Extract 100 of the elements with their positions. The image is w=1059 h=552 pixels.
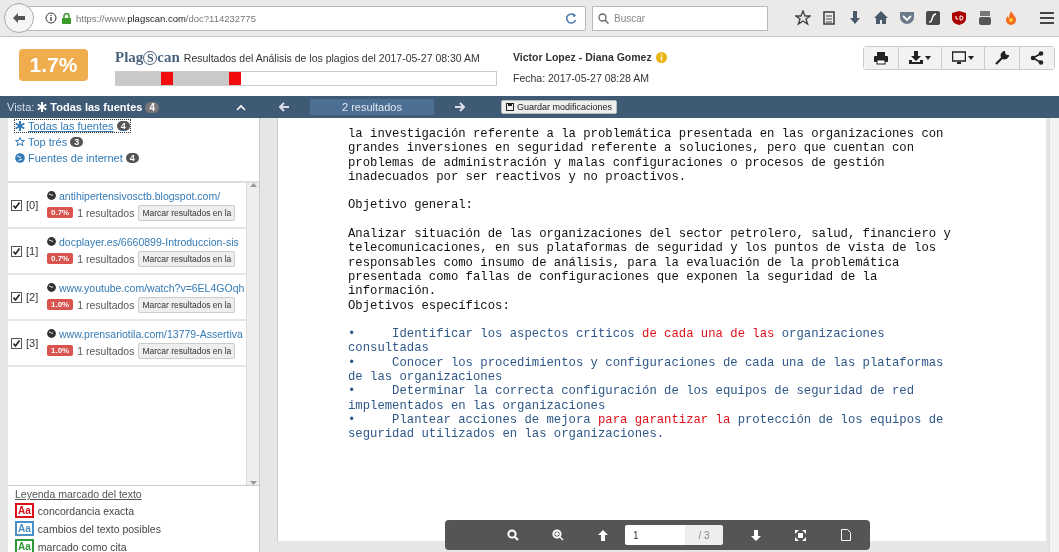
clipboard-icon[interactable] [821,10,837,26]
save-button[interactable]: Guardar modificaciones [501,100,618,114]
source-link[interactable]: www.youtube.com/watch?v=6EL4GOqh [59,281,245,294]
text-line: • Identificar los aspectos críticos de cada una de las organizaciones [348,327,885,342]
star-icon [15,137,25,147]
text-line: responsables como insumo de análisis, para la evaluación de la problemática [348,255,900,270]
globe-icon [15,153,25,163]
wrench-icon [995,51,1009,65]
pocket-icon[interactable] [899,10,915,26]
back-button[interactable] [4,3,34,33]
report-date: Fecha: 2017-05-27 08:28 AM [513,72,650,84]
asterisk-icon [15,121,25,131]
text-line: Analizar situación de las organizaciones del sector petrolero, salud, financiero y [348,227,951,242]
count-badge: 4 [145,101,159,113]
check-icon [13,247,20,255]
check-icon [13,201,20,209]
filter-item[interactable]: Todas las fuentes 4 [15,120,130,132]
page-total: / 3 [685,525,723,545]
source-index: [3] [26,337,40,349]
text-line: información. [348,284,437,299]
flash-icon[interactable] [925,10,941,26]
legend-sample: Aa [15,503,34,518]
count-badge: 4 [116,121,130,131]
search-icon [598,12,609,24]
download-icon [909,51,923,65]
zoom-in-icon[interactable] [551,529,564,541]
mark-results-button[interactable]: Marcar resultados en la [138,296,236,313]
view-selector[interactable]: Todas las fuentes [37,101,143,113]
shield-icon[interactable] [951,10,967,26]
text-line: Objetivos específicos: [348,298,510,313]
legend-sample: Aa [15,539,34,552]
checkbox[interactable] [11,245,22,257]
percent-badge: 0.7% [47,207,74,218]
mark-results-button[interactable]: Marcar resultados en la [138,250,236,267]
share-button[interactable] [1019,47,1054,69]
results-counter: 2 resultados [310,99,434,115]
source-index: [1] [26,245,40,257]
text-line: seguridad utilizados en las organizaciones. [348,427,665,442]
count-badge: 4 [125,153,139,163]
legend-title: Leyenda marcado del texto [15,488,143,500]
menu-icon[interactable] [1039,11,1055,25]
globe-icon [47,283,56,292]
home-icon[interactable] [873,10,889,26]
logo: Plag S can [115,49,180,66]
url-text: https://www.plagscan.com/doc?114232775 [76,12,256,24]
monitor-icon [952,51,966,65]
source-link[interactable]: www.prensariotila.com/13779-Assertiva [59,327,243,340]
document-icon[interactable] [840,529,851,541]
next-arrow-icon[interactable] [454,102,465,112]
text-line: problemas de administración y malas configuraciones o procesos de gestión [348,155,885,170]
text-line: de las organizaciones [348,370,503,385]
mark-results-button[interactable]: Marcar resultados en la [138,204,236,221]
text-line: • Plantear acciones de mejora para garantizar la protección de los equipos de [348,412,944,428]
percent-badge: 1.0% [47,345,74,356]
checkbox[interactable] [11,291,22,303]
legend-label: cambios del texto posibles [37,522,161,535]
zoom-out-icon[interactable] [506,529,519,541]
printer-icon [874,51,888,65]
filter-item[interactable]: Fuentes de internet 4 [15,152,259,164]
text-line: la investigación referente a la problemática presentada en las organizaciones con [348,127,944,142]
page-field[interactable]: 1 [625,525,685,545]
legend-label: marcado como cita [37,540,127,552]
score-badge: 1.7% [19,49,88,81]
download-icon[interactable] [847,10,863,26]
floppy-icon [506,103,514,111]
source-index: [2] [26,291,40,303]
previous-arrow-icon[interactable] [279,102,290,112]
reload-icon[interactable] [565,12,577,24]
flame-icon[interactable] [1003,10,1019,26]
text-line: presentada como fallas de configuraciones que exponen la seguridad de la [348,269,878,285]
results-count: 1 resultados [77,344,135,357]
scrollbar[interactable] [1049,118,1059,552]
text-line: • Conocer los procedimientos y configuraciones de cada una de las plataformas [348,355,944,371]
globe-icon [47,191,56,200]
down-arrow-icon[interactable] [750,529,761,541]
text-line: • Determinar la correcta configuración de los equipos de seguridad de red [348,384,915,399]
mark-results-button[interactable]: Marcar resultados en la [138,342,236,359]
author-name: Victor Lopez - Diana Gomez [513,51,652,63]
source-link[interactable]: antihipertensivosctb.blogspot.com/ [59,189,221,202]
source-link[interactable]: docplayer.es/6660899-Introduccion-sis [59,235,239,248]
text-line: implementados en las organizaciones [348,398,606,413]
address-bar[interactable]: https://www.plagscan.com/doc?114232775 [26,5,586,31]
up-arrow-icon[interactable] [597,529,608,541]
checkbox[interactable] [11,337,22,349]
check-icon [13,293,20,301]
percent-badge: 1.0% [47,299,74,310]
checkbox[interactable] [11,199,22,211]
star-icon[interactable] [795,10,811,26]
search-field[interactable]: Buscar [592,5,768,31]
globe-icon [47,237,56,246]
scrollbar[interactable] [246,183,259,485]
legend-label: concordancia exacta [37,504,135,517]
collapse-caret-icon[interactable] [236,103,246,111]
text-line: inadecuados por ser reactivos y no proactivos. [348,169,687,185]
scroll-down-icon [249,481,257,485]
fullscreen-icon[interactable] [795,529,806,541]
results-count: 1 resultados [77,206,135,219]
percent-badge: 0.7% [47,253,74,264]
filter-item[interactable]: Top trés 3 [15,136,259,148]
asterisk-icon [37,102,48,112]
